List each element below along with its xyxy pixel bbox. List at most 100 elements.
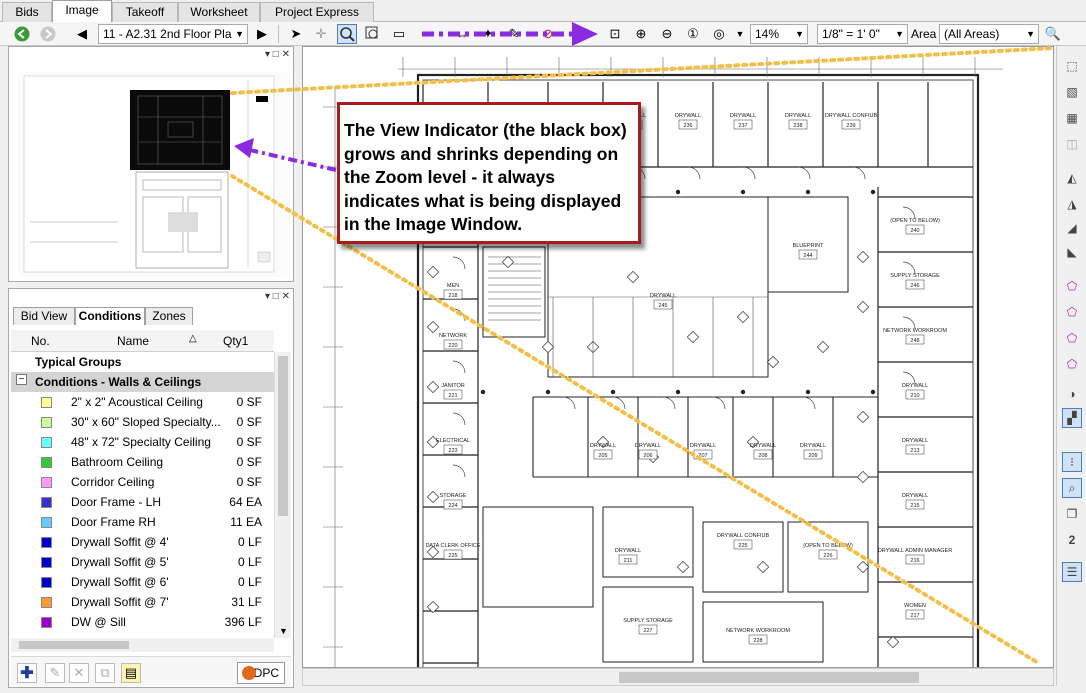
fit-page-button[interactable]: ⊡ xyxy=(605,24,625,44)
zoom-select[interactable]: 14% ▼ xyxy=(750,24,808,44)
shape-tool-2-button[interactable]: ⬠ xyxy=(1062,302,1082,322)
skew-tool-button[interactable]: ◣ xyxy=(1062,242,1082,262)
conditions-vertical-scrollbar[interactable]: ▼ xyxy=(274,352,291,638)
page-two-button[interactable]: 2 xyxy=(1062,530,1082,550)
close-icon[interactable]: ✕ xyxy=(282,49,290,60)
search-area-button[interactable]: 🔍 xyxy=(1043,24,1063,44)
flip-tool-button[interactable]: ◮ xyxy=(1062,194,1082,214)
tab-bid-view[interactable]: Bid View xyxy=(13,307,75,325)
annotation-tool-button[interactable]: ⇔ xyxy=(452,24,472,44)
shape-tool-4-button[interactable]: ⬠ xyxy=(1062,354,1082,374)
page-select[interactable]: 11 - A2.31 2nd Floor Pla ▼ xyxy=(98,24,248,44)
zoom-in-button[interactable]: ⊕ xyxy=(631,24,651,44)
condition-row[interactable]: Door Frame - LH 64 EA xyxy=(11,492,274,512)
overlay-button[interactable]: ▞ xyxy=(1062,408,1082,428)
rotate-tool-button[interactable]: ◢ xyxy=(1062,218,1082,238)
condition-color-swatch xyxy=(41,617,52,628)
tab-project-express[interactable]: Project Express xyxy=(260,2,374,22)
select-tool-button[interactable]: ➤ xyxy=(286,24,306,44)
door-swing xyxy=(452,256,466,270)
back-button[interactable] xyxy=(12,24,32,44)
condition-row[interactable]: Drywall Soffit @ 4' 0 LF xyxy=(11,532,274,552)
folder-button[interactable]: ▤ xyxy=(121,663,141,683)
crosshair-tool-button[interactable]: ✛ xyxy=(311,24,331,44)
collapse-icon[interactable]: − xyxy=(16,374,27,385)
scroll-thumb[interactable] xyxy=(278,356,288,516)
condition-row[interactable]: Door Frame RH 11 EA xyxy=(11,512,274,532)
zoom-preset-button[interactable]: ◎ xyxy=(709,24,729,44)
group-row-walls-ceilings[interactable]: − Conditions - Walls & Ceilings xyxy=(11,372,274,392)
dpc-button[interactable]: DPC xyxy=(237,662,285,684)
room-number: 221 xyxy=(448,393,457,399)
list-view-button[interactable]: ☰ xyxy=(1062,562,1082,582)
tab-bids[interactable]: Bids xyxy=(2,2,52,22)
door-swing xyxy=(452,308,466,322)
mirror-tool-button[interactable]: ◭ xyxy=(1062,168,1082,188)
zoom-out-button[interactable]: ⊖ xyxy=(657,24,677,44)
image-horizontal-scrollbar[interactable] xyxy=(302,668,1054,686)
duplicate-button[interactable]: ❐ xyxy=(1062,504,1082,524)
condition-row[interactable]: Corridor Ceiling 0 SF xyxy=(11,472,274,492)
arrow-tool-button[interactable]: ✦ xyxy=(478,24,498,44)
tab-conditions[interactable]: Conditions xyxy=(75,307,145,325)
dpc-label: DPC xyxy=(253,666,279,680)
panel-float-icon[interactable]: □ xyxy=(273,291,279,302)
scroll-thumb[interactable] xyxy=(619,672,919,683)
grid-tool-button[interactable]: ▦ xyxy=(1062,108,1082,128)
forward-button[interactable] xyxy=(38,24,58,44)
delete-condition-button[interactable]: ✕ xyxy=(69,663,89,683)
zoom-window-button[interactable] xyxy=(363,24,383,44)
column-header-no[interactable]: No. xyxy=(31,334,50,348)
group-row-typical[interactable]: Typical Groups xyxy=(11,352,274,372)
panel-menu-icon[interactable]: ▾ xyxy=(265,49,270,60)
elevation-tag xyxy=(856,300,870,314)
panel-float-icon[interactable]: □ xyxy=(273,49,279,60)
condition-row[interactable]: Drywall Soffit @ 6' 0 LF xyxy=(11,572,274,592)
conditions-horizontal-scrollbar[interactable] xyxy=(11,638,274,652)
next-page-button[interactable]: ▶ xyxy=(252,24,272,44)
contrast-button[interactable]: ◑ xyxy=(1062,384,1082,404)
highlight-tool-button[interactable]: ✎ xyxy=(504,24,524,44)
pan-tool-button[interactable]: ▭ xyxy=(389,24,409,44)
zoom-pane-button[interactable]: ⌕ xyxy=(1062,478,1082,498)
close-icon[interactable]: ✕ xyxy=(282,291,290,302)
previous-page-button[interactable]: ◀ xyxy=(72,24,92,44)
tab-zones[interactable]: Zones xyxy=(145,307,193,325)
shape-tool-1-button[interactable]: ⬠ xyxy=(1062,276,1082,296)
condition-row[interactable]: 2" x 2" Acoustical Ceiling 0 SF xyxy=(11,392,274,412)
select-points-button[interactable]: ⬚ xyxy=(1062,56,1082,76)
area-tool-button[interactable]: ▧ xyxy=(1062,82,1082,102)
condition-row[interactable]: Drywall Soffit @ 7' 31 LF xyxy=(11,592,274,612)
scale-select[interactable]: 1/8" = 1' 0" ▼ xyxy=(817,24,908,44)
zoom-100-button[interactable]: ① xyxy=(683,24,703,44)
condition-name: Door Frame - LH xyxy=(71,495,162,509)
no-entry-button[interactable]: ⊘ xyxy=(538,24,558,44)
tab-worksheet[interactable]: Worksheet xyxy=(178,2,260,22)
condition-row[interactable]: 48" x 72" Specialty Ceiling 0 SF xyxy=(11,432,274,452)
zoom-dropdown-button[interactable]: ▼ xyxy=(733,24,747,44)
shape-tool-3-button[interactable]: ⬠ xyxy=(1062,328,1082,348)
panel-menu-icon[interactable]: ▾ xyxy=(265,291,270,302)
tab-worksheet-label: Worksheet xyxy=(190,5,248,19)
column-header-name[interactable]: Name xyxy=(117,334,149,348)
condition-row[interactable]: DW @ Sill 396 LF xyxy=(11,612,274,632)
scroll-thumb[interactable] xyxy=(19,641,129,649)
shape-icon: ⬠ xyxy=(1066,357,1078,371)
overview-thumbnail[interactable] xyxy=(18,72,290,277)
tab-takeoff[interactable]: Takeoff xyxy=(112,2,178,22)
condition-row[interactable]: Bathroom Ceiling 0 SF xyxy=(11,452,274,472)
view-mode-button[interactable]: ⁝ xyxy=(1062,452,1082,472)
move-icon: ⇔ xyxy=(455,26,469,42)
copy-condition-button[interactable]: ⧉ xyxy=(95,663,115,683)
tab-image[interactable]: Image xyxy=(52,0,112,23)
condition-row[interactable]: 30" x 60" Sloped Specialty... 0 SF xyxy=(11,412,274,432)
condition-name: DW @ Sill xyxy=(71,615,126,629)
add-condition-button[interactable]: ✚ xyxy=(17,663,37,683)
chevron-down-icon[interactable]: ▼ xyxy=(279,626,288,636)
edit-condition-button[interactable]: ✎ xyxy=(45,663,65,683)
disabled-tool-button[interactable]: ◫ xyxy=(1062,134,1082,154)
column-header-qty1[interactable]: Qty1 xyxy=(223,334,248,348)
zoom-tool-button[interactable] xyxy=(337,24,357,44)
condition-row[interactable]: Drywall Soffit @ 5' 0 LF xyxy=(11,552,274,572)
area-select[interactable]: (All Areas) ▼ xyxy=(939,24,1039,44)
